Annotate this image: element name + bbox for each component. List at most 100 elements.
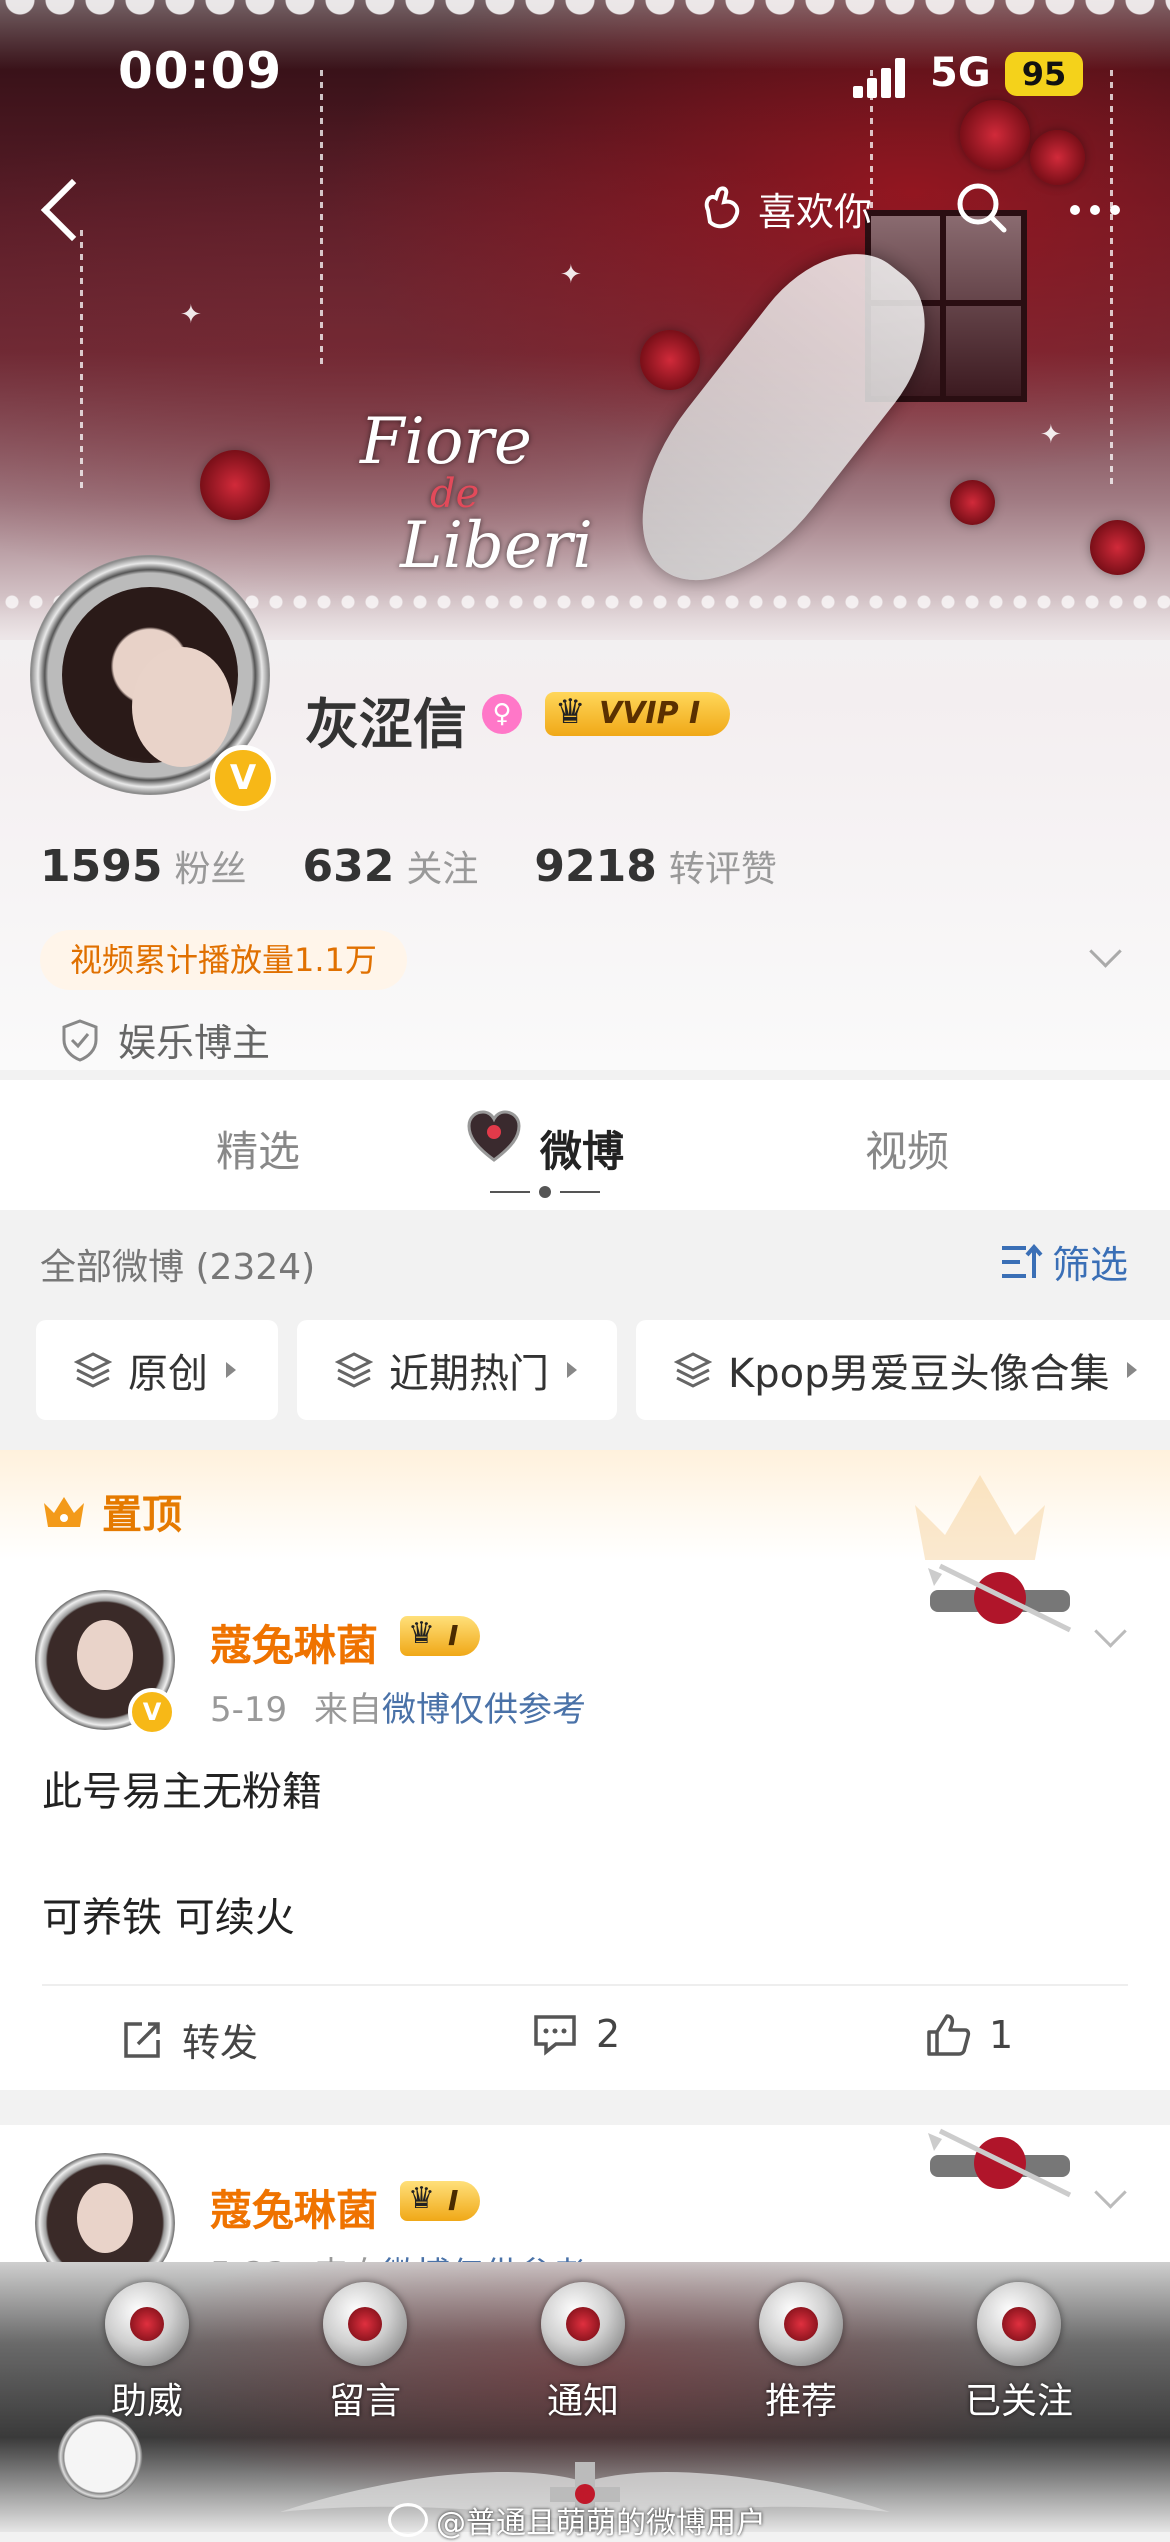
layers-icon [674,1352,712,1388]
profile-category[interactable]: 娱乐博主 [60,1012,270,1067]
butterfly-icon [759,2282,843,2366]
chip-arrow-icon [226,1362,236,1378]
comment-count: 2 [596,2012,621,2056]
thumbs-up-icon [927,2014,971,2056]
vip-badge[interactable]: VVIP I [545,690,731,736]
layers-icon [74,1352,112,1388]
stat-interactions[interactable]: 9218 转评赞 [534,840,776,892]
rose-decoration [200,450,270,520]
comment-button[interactable]: 2 [532,2012,620,2056]
signal-icon [853,58,913,98]
member-badge[interactable]: I [400,2179,481,2221]
battery-icon: 95 [1005,52,1083,96]
like-you-button[interactable]: 喜欢你 [700,178,872,238]
message-button[interactable]: 留言 [290,2282,440,2424]
avatar-photo [62,587,238,767]
post-author[interactable]: 蔻兔琳菌 [210,1612,378,1673]
comment-icon [534,2015,576,2056]
profile-stats: 1595 粉丝 632 关注 9218 转评赞 [40,840,777,892]
share-icon [124,2021,160,2058]
chip-arrow-icon [1127,1362,1138,1378]
category-label: 娱乐博主 [118,1021,271,1065]
stat-following[interactable]: 632 关注 [302,840,478,892]
stat-value: 632 [302,841,395,892]
post-source[interactable]: 微博仅供参考 [382,1690,586,1730]
chevron-down-icon[interactable] [1095,2181,1125,2211]
like-count: 1 [989,2013,1014,2057]
card-icon [323,2282,407,2366]
bottom-action-bar: 助威 留言 通知 推荐 已关注 [0,2262,1170,2532]
cheer-label: 助威 [110,2381,183,2422]
following-button[interactable]: 已关注 [944,2282,1094,2424]
filter-label: 筛选 [1052,1243,1129,1287]
recommend-button[interactable]: 推荐 [726,2282,876,2424]
tab-video[interactable]: 视频 [865,1118,949,1179]
sparkle-icon: ✦ [1040,420,1062,450]
notify-label: 通知 [546,2381,619,2422]
crown-icon [44,1497,84,1527]
apple-dagger-decoration [928,2128,1072,2198]
shield-check-icon [62,1018,98,1062]
all-posts-count: 全部微博 (2324) [40,1247,316,1288]
chevron-down-icon[interactable] [1090,940,1120,970]
stat-followers[interactable]: 1595 粉丝 [40,840,246,892]
network-type: 5G [930,50,991,96]
like-you-label: 喜欢你 [758,189,873,234]
profile-tabs: 精选 微博 视频 [0,1080,1170,1210]
filter-icon [1002,1243,1043,1278]
chip-kpop-collection[interactable]: Kpop男爱豆头像合集 [636,1320,1170,1420]
chevron-down-icon[interactable] [1095,1620,1125,1650]
post-divider [42,1984,1128,1986]
video-play-count[interactable]: 视频累计播放量1.1万 [40,930,407,990]
recommend-label: 推荐 [764,2381,837,2422]
feed-filter-area: 全部微博 (2324) 筛选 原创 近期热门 Kpop男爱豆头像合集 [0,1210,1170,1450]
stat-label: 粉丝 [174,849,247,890]
tab-indicator [490,1186,600,1198]
ring-icon [541,2282,625,2366]
rose-decoration [1090,520,1145,575]
violin-decoration [599,221,961,619]
chip-recent-hot[interactable]: 近期热门 [297,1320,617,1420]
layers-icon [335,1352,373,1388]
tab-featured[interactable]: 精选 [216,1118,300,1179]
sparkle-icon: ✦ [560,260,582,290]
status-time: 00:09 [118,42,283,100]
stat-label: 关注 [406,849,479,890]
watermark-text: @普通且萌萌的微博用户 [436,2506,766,2541]
pinned-header: 置顶 [0,1450,1170,1570]
filter-button[interactable]: 筛选 [1000,1234,1128,1289]
post-meta: 5-19 来自微博仅供参考 [210,1682,586,1731]
chip-original[interactable]: 原创 [36,1320,278,1420]
stat-value: 1595 [40,841,163,892]
status-bar: 00:09 5G 95 [0,0,1170,150]
banner-title: Fiore de Liberi [360,405,593,583]
pocket-watch-decoration [55,2412,145,2502]
post-date: 5-19 [210,1690,288,1730]
rose-decoration [950,480,995,525]
notify-button[interactable]: 通知 [508,2282,658,2424]
like-button[interactable]: 1 [925,2012,1013,2058]
apple-dagger-decoration [928,1563,1072,1633]
verified-badge-icon: V [210,745,276,811]
heart-ornament-icon [467,1110,521,1162]
verified-badge-icon: V [128,1688,176,1736]
post-card[interactable]: V 蔻兔琳菌 I 5-19 来自微博仅供参考 此号易主无粉籍 可养铁 可续火 转… [0,1560,1170,2090]
search-icon[interactable] [952,178,1012,238]
crown-watermark-icon [915,1475,1045,1570]
bead-strand [80,230,83,490]
stat-value: 9218 [534,841,657,892]
more-icon[interactable] [1070,190,1150,230]
repost-button[interactable]: 转发 [120,2012,258,2067]
message-label: 留言 [328,2381,401,2422]
post-author[interactable]: 蔻兔琳菌 [210,2177,378,2238]
following-label: 已关注 [964,2381,1073,2422]
goblet-icon [105,2282,189,2366]
tab-weibo[interactable]: 微博 [540,1118,624,1179]
watermark: @普通且萌萌的微博用户 [388,2498,766,2542]
member-badge[interactable]: I [400,1614,481,1656]
hand-heart-icon [704,186,740,229]
chip-label: Kpop男爱豆头像合集 [728,1351,1110,1397]
cheer-button[interactable]: 助威 [72,2282,222,2424]
back-icon[interactable] [28,168,88,248]
profile-name: 灰涩信 [305,693,467,756]
